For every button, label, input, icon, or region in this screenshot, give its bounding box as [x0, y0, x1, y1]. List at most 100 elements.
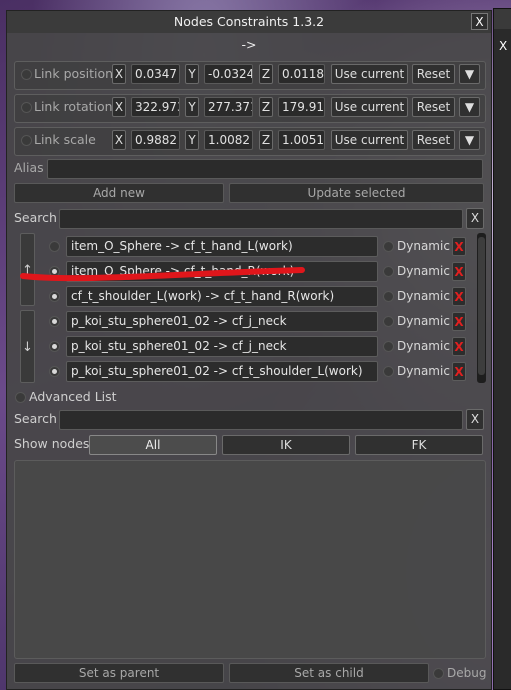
scale-use-current-button[interactable]: Use current	[331, 130, 408, 150]
row-select-radio[interactable]	[49, 316, 60, 327]
advanced-search-clear-button[interactable]: X	[466, 409, 484, 430]
constraint-name[interactable]: p_koi_stu_sphere01_02 -> cf_j_neck	[66, 311, 378, 332]
close-button[interactable]: X	[471, 13, 488, 30]
window-title: Nodes Constraints 1.3.2	[173, 14, 325, 29]
advanced-list-toggle[interactable]	[15, 392, 26, 403]
delete-button[interactable]: X	[452, 287, 466, 306]
axis-x-label: X	[112, 130, 126, 150]
search-clear-button[interactable]: X	[466, 208, 484, 229]
scale-reset-button[interactable]: Reset	[412, 130, 455, 150]
rotation-use-current-button[interactable]: Use current	[331, 97, 408, 117]
scale-dropdown-icon[interactable]: ▼	[459, 130, 480, 150]
constraint-name[interactable]: p_koi_stu_sphere01_02 -> cf_t_shoulder_L…	[66, 361, 378, 382]
link-rotation-toggle[interactable]	[21, 102, 32, 113]
window-titlebar[interactable]: Nodes Constraints 1.3.2	[7, 11, 491, 33]
rotation-reset-button[interactable]: Reset	[412, 97, 455, 117]
scale-z-field[interactable]: 1.0051	[278, 130, 325, 150]
dynamic-toggle[interactable]	[383, 341, 394, 352]
red-annotation-stroke	[20, 267, 305, 282]
delete-button[interactable]: X	[452, 237, 466, 256]
position-z-field[interactable]: 0.0118	[278, 64, 325, 84]
set-as-parent-button[interactable]: Set as parent	[14, 663, 224, 683]
dynamic-label: Dynamic	[397, 289, 450, 303]
alias-label: Alias	[14, 160, 44, 175]
dynamic-label: Dynamic	[397, 264, 450, 278]
dynamic-label: Dynamic	[397, 364, 450, 378]
constraint-name[interactable]: p_koi_stu_sphere01_02 -> cf_j_neck	[66, 336, 378, 357]
axis-z-label: Z	[259, 64, 273, 84]
dynamic-toggle[interactable]	[383, 316, 394, 327]
constraint-name[interactable]: item_O_Sphere -> cf_t_hand_L(work)	[66, 236, 378, 257]
axis-y-label: Y	[185, 64, 199, 84]
search-label: Search	[14, 210, 57, 225]
side-panel: X	[493, 8, 511, 690]
rotation-dropdown-icon[interactable]: ▼	[459, 97, 480, 117]
position-dropdown-icon[interactable]: ▼	[459, 64, 480, 84]
dynamic-toggle[interactable]	[383, 366, 394, 377]
tab-ik[interactable]: IK	[222, 435, 350, 455]
search-input[interactable]	[59, 209, 463, 229]
axis-y-label: Y	[185, 97, 199, 117]
row-select-radio[interactable]	[49, 241, 60, 252]
axis-y-label: Y	[185, 130, 199, 150]
add-new-button[interactable]: Add new	[14, 183, 224, 203]
link-scale-group: Link scale X 0.9882 Y 1.0082 Z 1.0051 Us…	[14, 127, 486, 156]
nodes-constraints-window: Nodes Constraints 1.3.2 X -> Link positi…	[6, 10, 492, 690]
link-position-toggle[interactable]	[21, 69, 32, 80]
delete-button[interactable]: X	[452, 312, 466, 331]
constraints-list: ↑ ↓ item_O_Sphere -> cf_t_hand_L(work) D…	[14, 233, 486, 383]
list-item[interactable]: cf_t_shoulder_L(work) -> cf_t_hand_R(wor…	[39, 286, 477, 308]
rotation-y-field[interactable]: 277.371	[204, 97, 253, 117]
delete-button[interactable]: X	[452, 362, 466, 381]
side-panel-titlebar	[494, 9, 511, 29]
dynamic-label: Dynamic	[397, 339, 450, 353]
row-select-radio[interactable]	[49, 366, 60, 377]
delete-button[interactable]: X	[452, 337, 466, 356]
axis-x-label: X	[112, 64, 126, 84]
position-y-field[interactable]: -0.0324	[204, 64, 253, 84]
scrollbar-thumb[interactable]	[478, 237, 485, 375]
list-item[interactable]: p_koi_stu_sphere01_02 -> cf_j_neck Dynam…	[39, 311, 477, 333]
list-item[interactable]: p_koi_stu_sphere01_02 -> cf_j_neck Dynam…	[39, 336, 477, 358]
position-reset-button[interactable]: Reset	[412, 64, 455, 84]
list-item[interactable]: item_O_Sphere -> cf_t_hand_L(work) Dynam…	[39, 236, 477, 258]
link-rotation-group: Link rotation X 322.973 Y 277.371 Z 179.…	[14, 94, 486, 123]
position-use-current-button[interactable]: Use current	[331, 64, 408, 84]
row-select-radio[interactable]	[49, 291, 60, 302]
axis-z-label: Z	[259, 130, 273, 150]
link-position-group: Link position X 0.0347 Y -0.0324 Z 0.011…	[14, 61, 486, 90]
scale-y-field[interactable]: 1.0082	[204, 130, 253, 150]
debug-label: Debug	[447, 666, 487, 680]
side-panel-close-button[interactable]: X	[499, 39, 511, 55]
parent-child-arrow: ->	[241, 37, 257, 52]
tab-fk[interactable]: FK	[355, 435, 483, 455]
position-x-field[interactable]: 0.0347	[131, 64, 180, 84]
debug-toggle[interactable]	[433, 668, 444, 679]
alias-input[interactable]	[47, 159, 483, 179]
set-as-child-button[interactable]: Set as child	[229, 663, 429, 683]
dynamic-toggle[interactable]	[383, 291, 394, 302]
rotation-z-field[interactable]: 179.917	[278, 97, 325, 117]
dynamic-toggle[interactable]	[383, 266, 394, 277]
dynamic-toggle[interactable]	[383, 241, 394, 252]
update-selected-button[interactable]: Update selected	[229, 183, 484, 203]
delete-button[interactable]: X	[452, 262, 466, 281]
row-select-radio[interactable]	[49, 341, 60, 352]
list-item[interactable]: p_koi_stu_sphere01_02 -> cf_t_shoulder_L…	[39, 361, 477, 383]
move-down-button[interactable]: ↓	[20, 310, 35, 383]
axis-z-label: Z	[259, 97, 273, 117]
advanced-list-label: Advanced List	[29, 389, 117, 404]
down-arrow-icon: ↓	[22, 340, 33, 355]
rotation-x-field[interactable]: 322.973	[131, 97, 180, 117]
list-scrollbar[interactable]	[477, 233, 486, 383]
constraint-name[interactable]: cf_t_shoulder_L(work) -> cf_t_hand_R(wor…	[66, 286, 378, 307]
dynamic-label: Dynamic	[397, 314, 450, 328]
nodes-tree-area[interactable]	[14, 460, 486, 659]
search-label: Search	[14, 411, 57, 426]
tab-all[interactable]: All	[89, 435, 217, 455]
link-rotation-label: Link rotation	[34, 99, 113, 114]
link-scale-toggle[interactable]	[21, 135, 32, 146]
advanced-search-input[interactable]	[59, 410, 463, 430]
scale-x-field[interactable]: 0.9882	[131, 130, 180, 150]
link-scale-label: Link scale	[34, 132, 96, 147]
